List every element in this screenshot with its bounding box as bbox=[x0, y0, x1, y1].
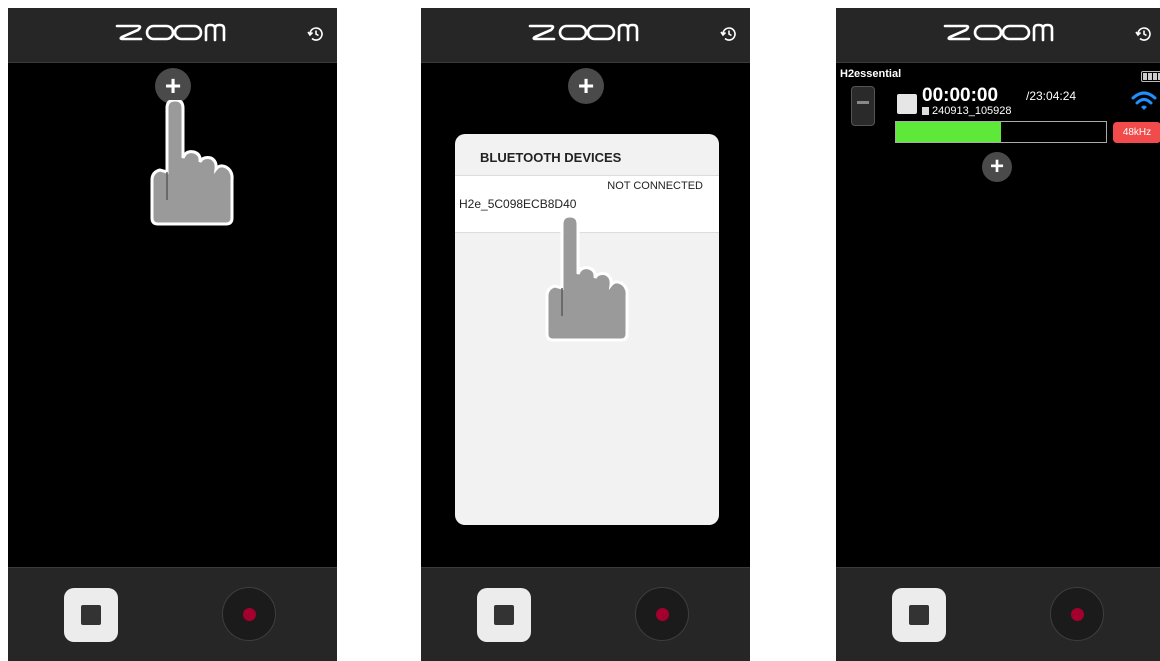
add-device-button[interactable]: + bbox=[982, 152, 1012, 182]
add-device-button[interactable]: + bbox=[155, 68, 191, 104]
file-name-row: 240913_105928 bbox=[922, 105, 1012, 117]
connection-status: NOT CONNECTED bbox=[607, 180, 703, 192]
bottom-bar bbox=[421, 567, 750, 661]
record-button[interactable] bbox=[635, 587, 689, 641]
stop-icon bbox=[909, 605, 929, 625]
device-name: H2e_5C098ECB8D40 bbox=[459, 197, 577, 211]
phone-screen-1: + bbox=[8, 8, 337, 661]
stop-icon bbox=[81, 605, 101, 625]
file-icon bbox=[922, 107, 929, 115]
top-bar bbox=[836, 8, 1160, 63]
level-meter bbox=[895, 121, 1107, 143]
dialog-title: BLUETOOTH DEVICES bbox=[480, 150, 622, 165]
wifi-icon bbox=[1131, 91, 1157, 110]
history-icon[interactable] bbox=[307, 25, 325, 43]
record-button[interactable] bbox=[1050, 587, 1104, 641]
file-name: 240913_105928 bbox=[932, 105, 1012, 117]
level-meter-fill bbox=[896, 122, 1001, 142]
zoom-logo bbox=[528, 23, 638, 42]
phone-screen-3: H2essential 00:00:00 /23:04:24 240913_10… bbox=[836, 8, 1160, 661]
zoom-logo bbox=[943, 23, 1053, 42]
add-device-button[interactable]: + bbox=[568, 68, 604, 104]
sample-rate-badge: 48kHz bbox=[1113, 122, 1160, 143]
top-bar bbox=[421, 8, 750, 63]
top-bar bbox=[8, 8, 337, 63]
tap-hand-icon bbox=[545, 216, 629, 342]
device-stop-indicator[interactable] bbox=[897, 94, 917, 114]
history-icon[interactable] bbox=[1135, 25, 1153, 43]
zoom-logo bbox=[115, 23, 225, 42]
recorder-device-icon[interactable] bbox=[851, 86, 875, 126]
record-dot-icon bbox=[1071, 608, 1084, 621]
stop-button[interactable] bbox=[477, 588, 531, 642]
stop-button[interactable] bbox=[892, 588, 946, 642]
record-dot-icon bbox=[656, 608, 669, 621]
device-title: H2essential bbox=[840, 68, 902, 80]
history-icon[interactable] bbox=[720, 25, 738, 43]
record-dot-icon bbox=[243, 608, 256, 621]
remaining-time: /23:04:24 bbox=[1026, 89, 1077, 103]
bottom-bar bbox=[8, 567, 337, 661]
stop-button[interactable] bbox=[64, 588, 118, 642]
bottom-bar bbox=[836, 567, 1160, 661]
tap-hand-icon bbox=[150, 100, 234, 226]
elapsed-time: 00:00:00 bbox=[922, 85, 999, 106]
phone-screen-2: + BLUETOOTH DEVICES NOT CONNECTED H2e_5C… bbox=[421, 8, 750, 661]
battery-icon bbox=[1141, 71, 1160, 82]
record-button[interactable] bbox=[222, 587, 276, 641]
stop-icon bbox=[494, 605, 514, 625]
